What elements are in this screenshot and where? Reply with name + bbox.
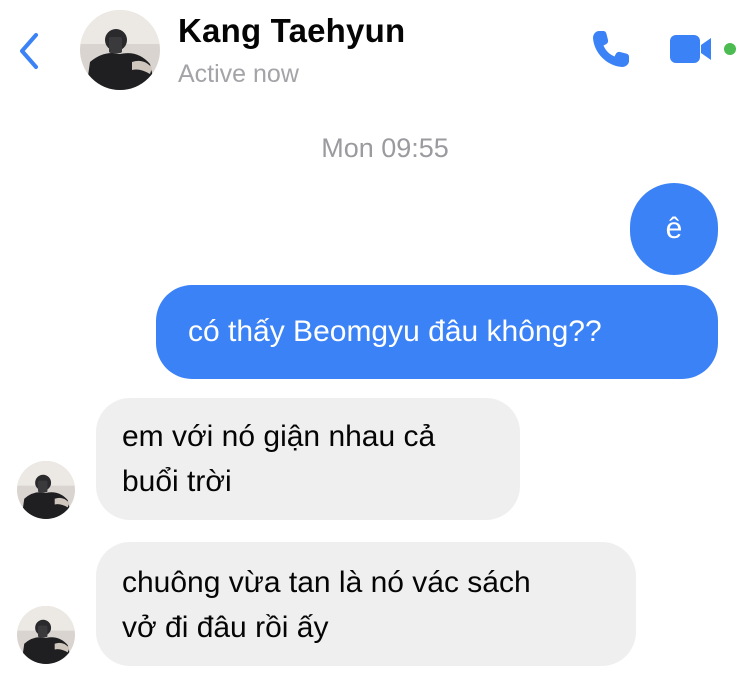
avatar-photo	[17, 606, 75, 664]
back-button[interactable]	[14, 28, 48, 74]
outgoing-message[interactable]: có thấy Beomgyu đâu không??	[156, 285, 718, 379]
contact-avatar[interactable]	[80, 10, 160, 90]
chevron-left-icon	[20, 33, 38, 69]
video-camera-icon	[670, 35, 736, 63]
phone-icon	[593, 31, 629, 67]
message-timestamp: Mon 09:55	[321, 133, 449, 163]
chat-header: Kang Taehyun Active now	[0, 0, 750, 108]
contact-name: Kang Taehyun	[178, 12, 406, 49]
avatar-photo	[80, 10, 160, 90]
sender-avatar[interactable]	[17, 461, 75, 519]
voice-call-button[interactable]	[586, 24, 636, 74]
online-dot	[724, 43, 736, 55]
active-status: Active now	[178, 60, 299, 88]
video-call-button[interactable]	[666, 24, 742, 74]
sender-avatar[interactable]	[17, 606, 75, 664]
avatar-photo	[17, 461, 75, 519]
incoming-message[interactable]: chuông vừa tan là nó vác sách vở đi đâu …	[96, 542, 636, 666]
outgoing-message[interactable]: ê	[630, 183, 718, 275]
incoming-message[interactable]: em với nó giận nhau cả buổi trời	[96, 398, 520, 520]
